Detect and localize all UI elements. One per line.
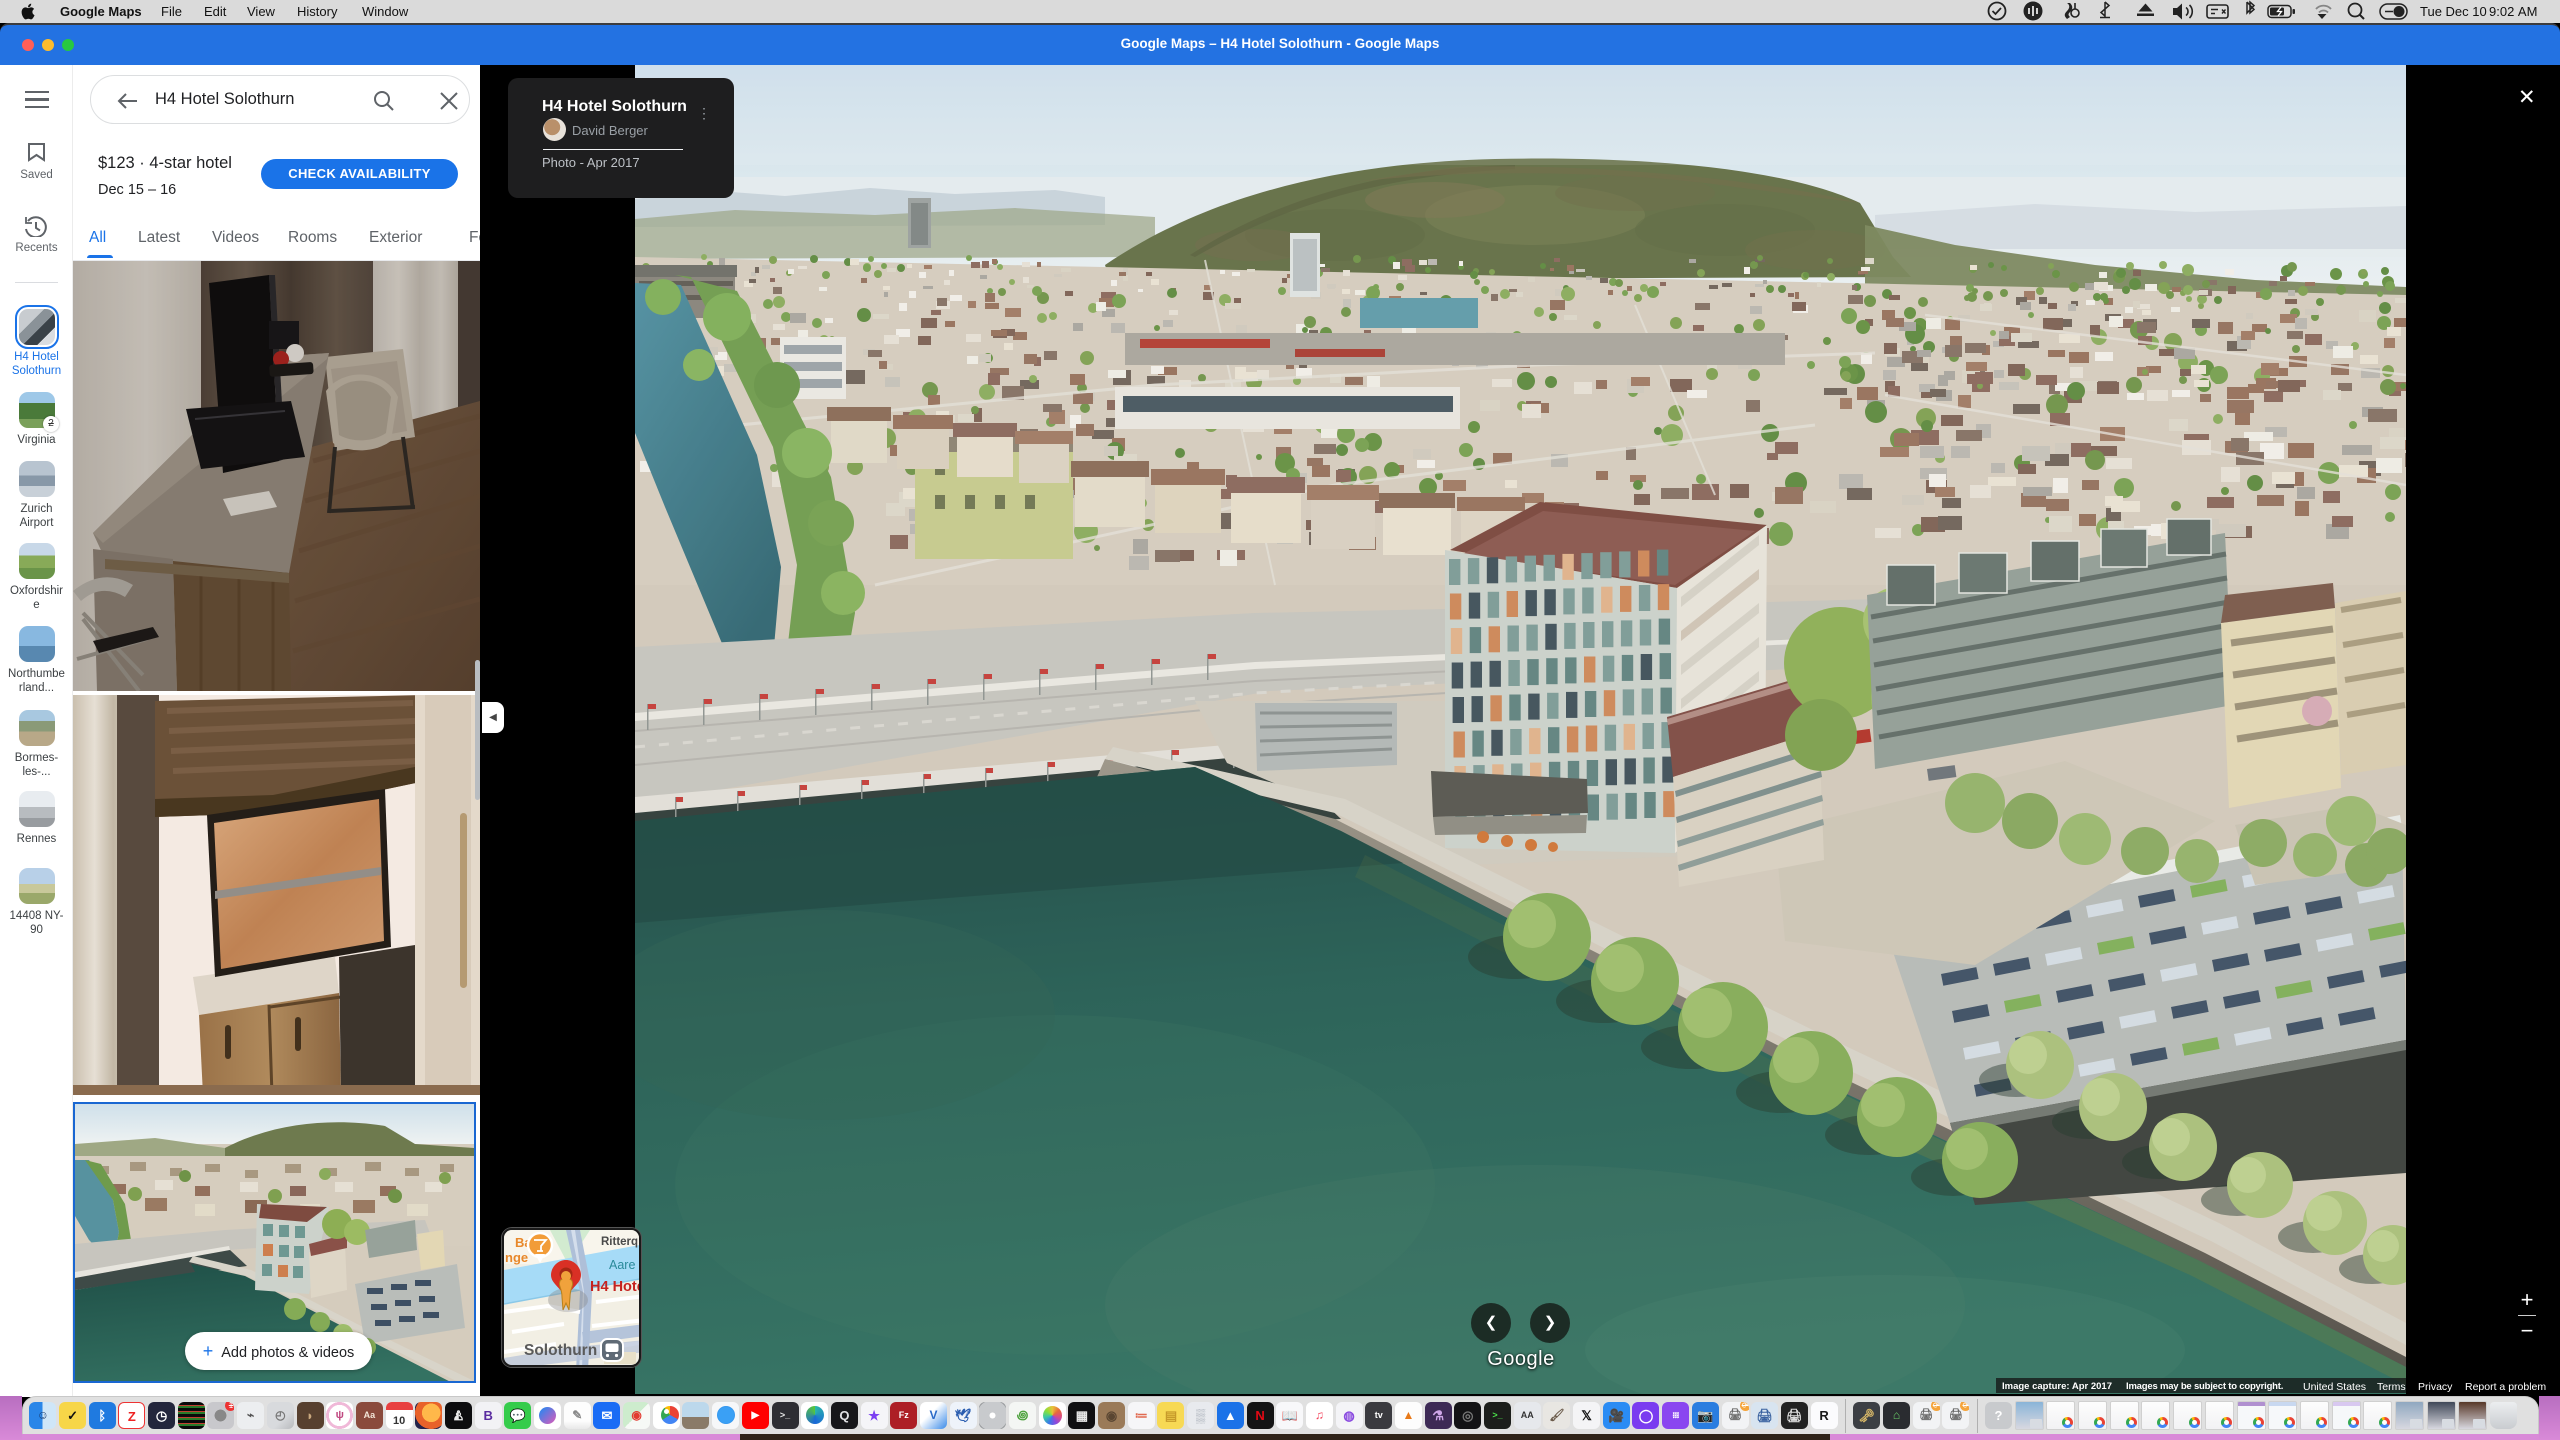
- svg-text:Ritterq: Ritterq: [601, 1236, 638, 1248]
- svg-text:nge: nge: [505, 1250, 528, 1265]
- svg-text:Solothurn: Solothurn: [524, 1342, 597, 1359]
- svg-text:H4 Hotel: H4 Hotel: [590, 1279, 641, 1295]
- svg-text:Aare: Aare: [609, 1258, 635, 1272]
